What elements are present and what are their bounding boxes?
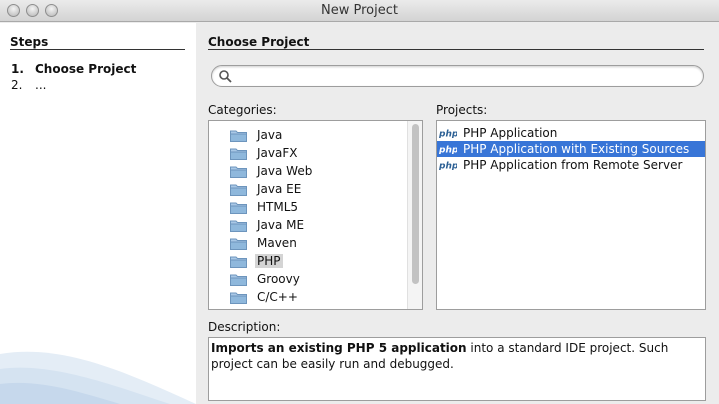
steps-title: Steps	[10, 35, 49, 49]
folder-icon	[230, 202, 247, 214]
step-label: ...	[35, 78, 47, 92]
categories-label: Categories:	[208, 103, 277, 117]
category-item[interactable]: NetBeans Modules	[230, 306, 371, 311]
folder-icon	[230, 220, 247, 232]
scrollbar-thumb[interactable]	[412, 124, 419, 284]
folder-icon	[230, 292, 247, 304]
decorative-swoosh	[0, 351, 196, 404]
folder-icon	[230, 130, 247, 142]
category-label: JavaFX	[257, 146, 298, 160]
folder-icon	[230, 256, 247, 268]
step-item: 2....	[11, 78, 46, 92]
project-label: PHP Application from Remote Server	[463, 158, 683, 172]
category-label: Java ME	[257, 218, 305, 232]
categories-scrollbar[interactable]	[407, 121, 422, 309]
php-icon: php	[439, 146, 457, 155]
category-item[interactable]: JavaFX	[230, 144, 299, 162]
category-label: Java Web	[257, 164, 313, 178]
projects-list[interactable]: php PHP Application php PHP Application wit…	[436, 120, 706, 310]
category-item[interactable]: Groovy	[230, 270, 302, 288]
category-label: NetBeans Modules	[255, 308, 371, 309]
project-label: PHP Application	[463, 126, 558, 140]
steps-panel: Steps 1. Choose Project 2....	[0, 23, 196, 404]
project-item[interactable]: php PHP Application from Remote Server	[437, 157, 705, 173]
folder-icon	[230, 309, 247, 311]
step-number: 1.	[11, 62, 24, 76]
project-item[interactable]: php PHP Application	[437, 125, 705, 141]
project-label: PHP Application with Existing Sources	[463, 142, 690, 156]
category-label: Java	[257, 128, 283, 142]
category-item[interactable]: Java	[230, 126, 284, 144]
folder-icon	[230, 238, 247, 250]
description-bold: Imports an existing PHP 5 application	[211, 341, 467, 355]
category-item[interactable]: C/C++	[230, 288, 300, 306]
category-label: C/C++	[257, 290, 298, 304]
category-label: PHP	[255, 254, 283, 268]
category-label: Maven	[257, 236, 297, 250]
title-divider	[208, 49, 704, 50]
category-label: Java EE	[257, 182, 302, 196]
folder-icon	[230, 166, 247, 178]
category-item[interactable]: Java Web	[230, 162, 314, 180]
categories-tree[interactable]: Java JavaFX Java Web Java EE HTML5 Java ME Mav…	[208, 120, 423, 310]
project-item[interactable]: php PHP Application with Existing Sources	[437, 141, 705, 157]
php-icon: php	[439, 130, 457, 139]
page-title: Choose Project	[208, 35, 310, 49]
description-label: Description:	[208, 320, 281, 334]
main-panel: Choose Project Categories: Projects: Jav…	[196, 23, 719, 404]
step-label: Choose Project	[35, 62, 137, 76]
search-icon	[219, 70, 232, 83]
folder-icon	[230, 274, 247, 286]
category-item[interactable]: Java ME	[230, 216, 306, 234]
category-item[interactable]: PHP	[230, 252, 283, 270]
window-title: New Project	[321, 3, 398, 18]
category-label: Groovy	[257, 272, 300, 286]
title-bar: New Project	[0, 0, 719, 22]
category-item[interactable]: Maven	[230, 234, 299, 252]
php-icon: php	[439, 162, 457, 171]
step-item: 1. Choose Project	[11, 62, 136, 76]
svg-text:php: php	[439, 130, 457, 139]
category-item[interactable]: Java EE	[230, 180, 303, 198]
category-label: HTML5	[257, 200, 299, 214]
search-input[interactable]	[211, 65, 704, 87]
svg-text:php: php	[439, 146, 457, 155]
steps-divider	[10, 49, 185, 50]
category-item[interactable]: HTML5	[230, 198, 300, 216]
projects-label: Projects:	[436, 103, 488, 117]
svg-text:php: php	[439, 162, 457, 171]
step-number: 2.	[11, 78, 23, 92]
folder-icon	[230, 148, 247, 160]
description-text: Imports an existing PHP 5 application in…	[208, 337, 706, 401]
folder-icon	[230, 184, 247, 196]
